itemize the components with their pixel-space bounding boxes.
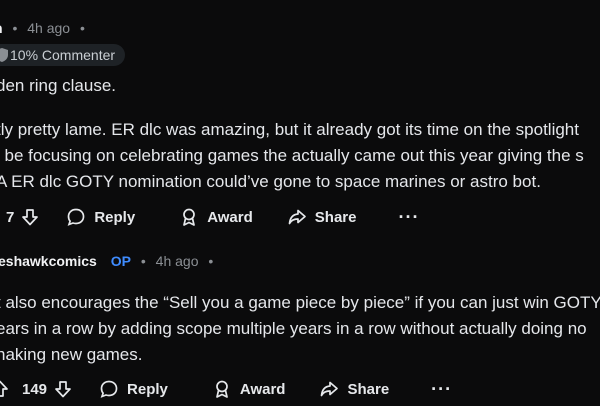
comment1-line-2: tly pretty lame. ER dlc was amazing, but… [0,120,579,139]
comment1-meta: n • 4h ago • [0,20,91,36]
comment1-line-3: l be focusing on celebrating games the a… [0,146,584,165]
reply-label: Reply [127,380,168,398]
vote-count: 149 [22,380,48,398]
op-badge: OP [110,253,131,269]
comment1-username[interactable]: n [0,20,3,36]
reply-label: Reply [94,208,136,226]
comment1-line-4: A ER dlc GOTY nomination could’ve gone t… [0,172,541,191]
commenter-badge: 10% Commenter [0,44,126,66]
badge-label: 10% Commenter [10,47,116,63]
comment2-line-2: ears in a row by adding scope multiple y… [0,319,587,338]
share-icon [321,381,339,397]
comment2-actions: 149 Reply Award Share ··· [0,372,464,406]
comment1-line-1: den ring clause. [0,76,117,95]
comment2-meta: eshawkcomics OP • 4h ago • [0,253,219,269]
share-button[interactable]: Share [275,200,369,234]
reply-button[interactable]: Reply [87,372,180,406]
award-icon [216,380,228,398]
award-icon [183,208,196,226]
dot-separator: • [208,253,214,269]
more-icon: ··· [398,206,420,227]
share-button[interactable]: Share [307,372,401,406]
downvote-icon[interactable] [53,379,73,399]
shield-icon [0,48,8,62]
more-icon: ··· [431,378,453,399]
award-button[interactable]: Award [200,372,298,406]
comment1-time[interactable]: 4h ago [27,20,70,36]
more-button[interactable]: ··· [386,200,431,234]
vote-control: 149 [0,372,79,406]
dot-separator: • [79,20,85,36]
share-icon [288,209,306,225]
dot-separator: • [140,253,146,269]
award-label: Award [239,380,286,398]
comment-icon [100,380,118,398]
comment-icon [67,208,85,226]
dot-separator: • [12,20,18,36]
reply-button[interactable]: Reply [54,200,147,234]
comment2-username[interactable]: eshawkcomics [0,253,97,269]
vote-count: 7 [6,208,15,226]
comment1-actions: 7 Reply Award Share ··· [0,200,431,234]
award-label: Award [207,208,253,226]
share-label: Share [314,208,357,226]
upvote-icon[interactable] [0,379,10,399]
vote-control: 7 [0,200,46,234]
downvote-icon[interactable] [20,207,40,227]
comment2-time[interactable]: 4h ago [156,253,199,269]
comment2-line-3: naking new games. [0,345,143,364]
share-label: Share [347,380,390,398]
award-button[interactable]: Award [167,200,265,234]
comment2-line-1: t also encourages the “Sell you a game p… [0,293,600,312]
more-button[interactable]: ··· [419,372,464,406]
